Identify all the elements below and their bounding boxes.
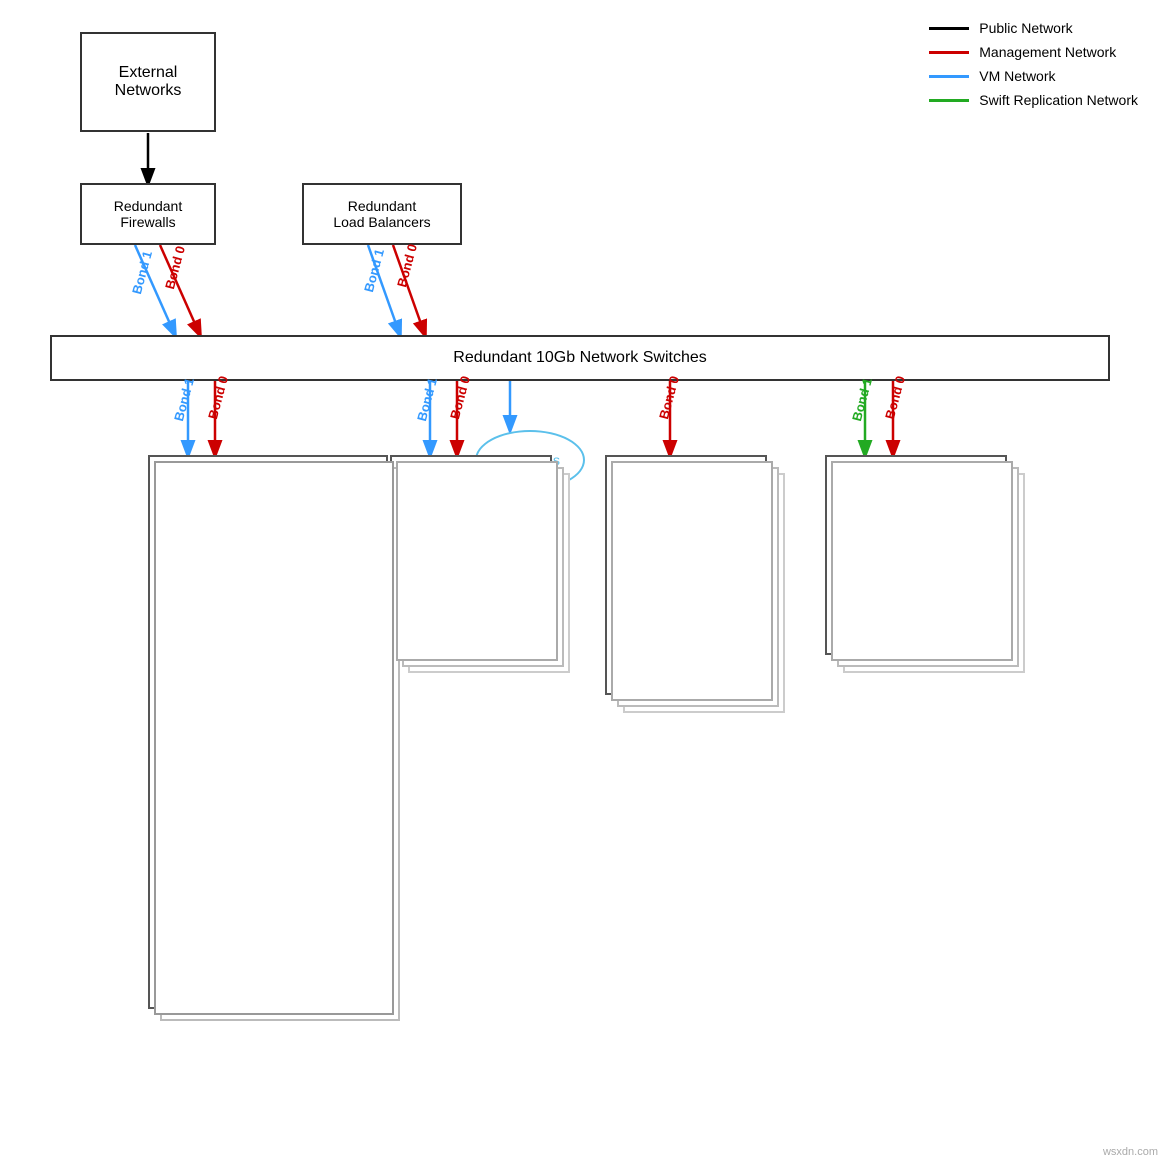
network-switches-bar: Redundant 10Gb Network Switches: [50, 335, 1110, 381]
legend-line-management: [929, 51, 969, 54]
legend-item-management: Management Network: [929, 44, 1138, 60]
redundant-load-balancers-label: RedundantLoad Balancers: [333, 198, 430, 230]
legend-line-vm: [929, 75, 969, 78]
bond1-compute-label: Bond 1: [414, 376, 440, 422]
bond1-firewalls-label: Bond 1: [129, 249, 155, 295]
watermark: wsxdn.com: [1103, 1146, 1158, 1158]
redundant-firewalls-box: RedundantFirewalls: [80, 183, 216, 245]
bond1-swift-label: Bond 1: [849, 376, 875, 422]
external-networks-label: ExternalNetworks: [115, 64, 182, 100]
bond1-cp-label: Bond 1: [171, 376, 197, 422]
storage-stack: Storage #X Cinder VolumeiSCSI Targets: [605, 455, 785, 715]
diagram: Public Network Management Network VM Net…: [0, 0, 1168, 1168]
swift-storage-stack: Swift Storage #X: [825, 455, 1025, 675]
external-networks-box: ExternalNetworks: [80, 32, 216, 132]
legend-item-public: Public Network: [929, 20, 1138, 36]
legend-item-swift: Swift Replication Network: [929, 92, 1138, 108]
legend-label-swift: Swift Replication Network: [979, 92, 1138, 108]
legend: Public Network Management Network VM Net…: [929, 20, 1138, 108]
bond1-lb-label: Bond 1: [361, 247, 387, 293]
network-switches-label: Redundant 10Gb Network Switches: [453, 349, 706, 367]
bond0-firewalls-label: Bond 0: [162, 244, 188, 290]
bond0-swift-label: Bond 0: [882, 374, 908, 420]
bond0-compute-label: Bond 0: [447, 374, 473, 420]
legend-label-public: Public Network: [979, 20, 1072, 36]
bond0-lb-label: Bond 0: [394, 242, 420, 288]
compute-stack: Compute #X: [390, 455, 570, 675]
legend-line-swift: [929, 99, 969, 102]
redundant-load-balancers-box: RedundantLoad Balancers: [302, 183, 462, 245]
legend-label-vm: VM Network: [979, 68, 1055, 84]
bond0-storage-label: Bond 0: [656, 374, 682, 420]
legend-label-management: Management Network: [979, 44, 1116, 60]
legend-line-public: [929, 27, 969, 30]
control-plane-stack: Control Plane Nova APIs Glance APIs Keys…: [148, 455, 396, 1025]
legend-item-vm: VM Network: [929, 68, 1138, 84]
redundant-firewalls-label: RedundantFirewalls: [114, 198, 183, 230]
bond0-cp-label: Bond 0: [205, 374, 231, 420]
